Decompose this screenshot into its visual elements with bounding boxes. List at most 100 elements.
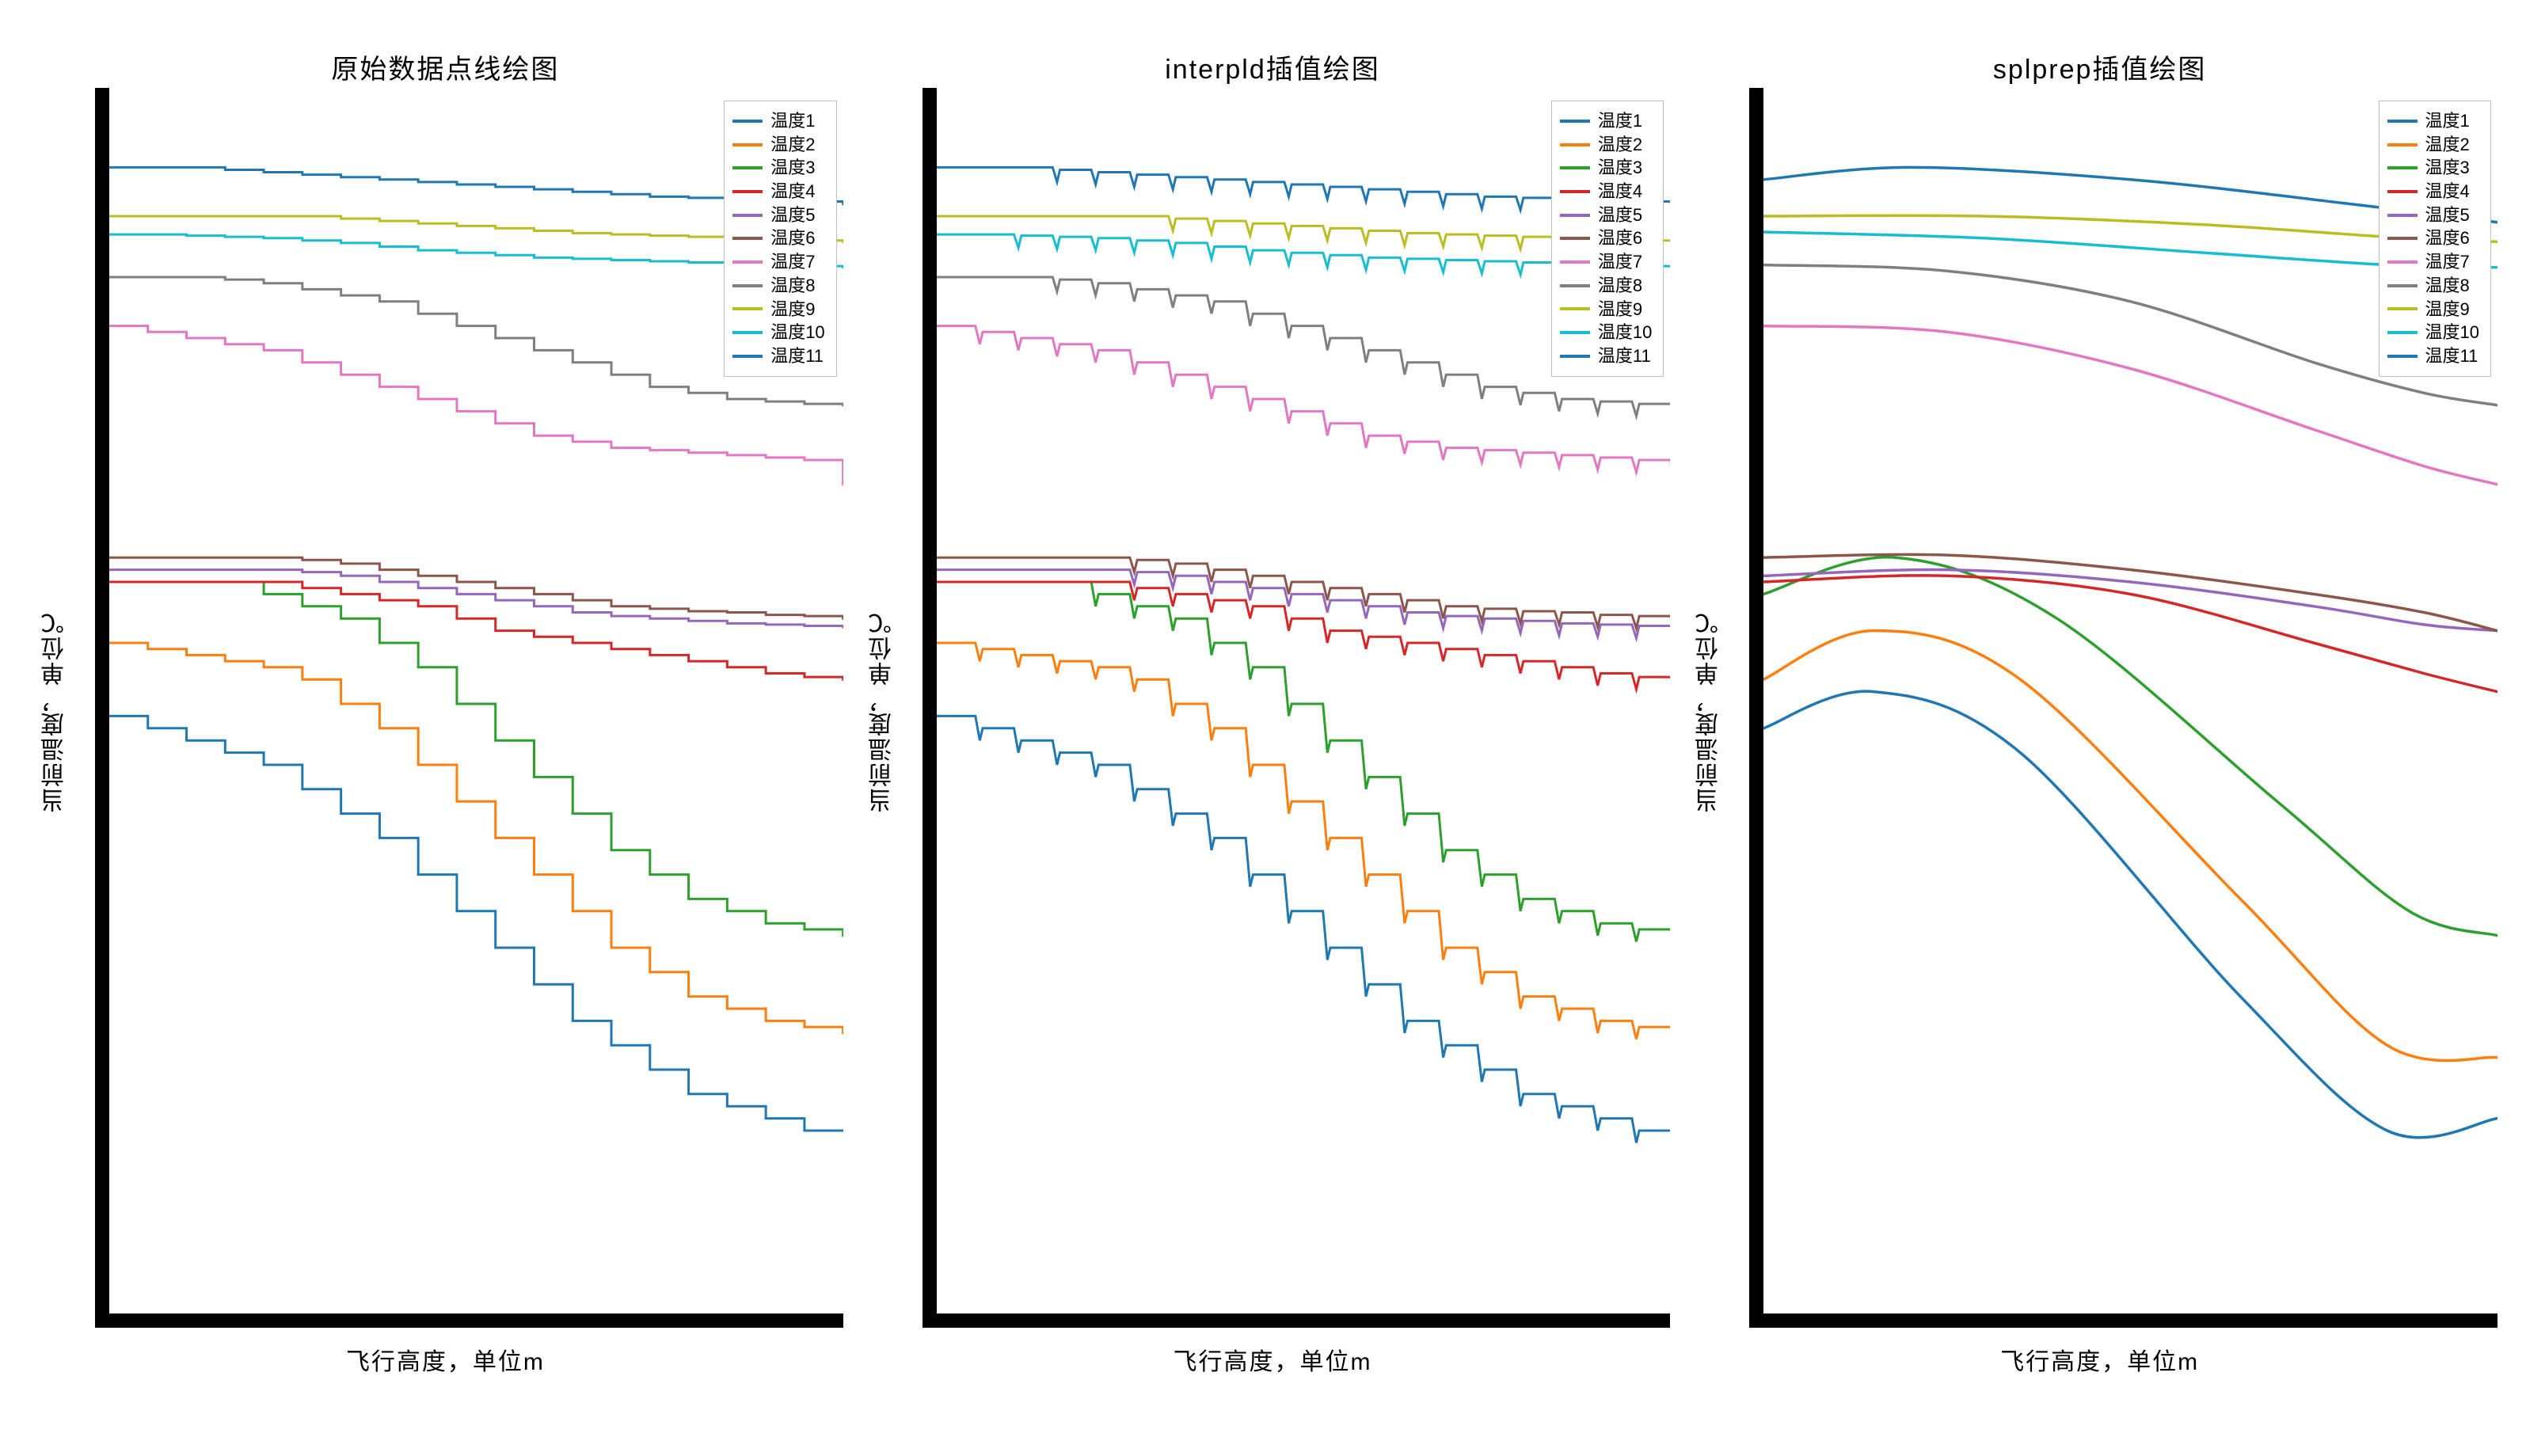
panel-raw: 原始数据点线绘图 当前温度，单位℃ 温度1温度2温度3温度4温度5温度6温度7温… [32,48,859,1377]
panel-interpld: interpld插值绘图 当前温度，单位℃ 温度1温度2温度3温度4温度5温度6… [859,48,1687,1377]
series-line [109,643,843,1033]
y-axis-label: 当前温度，单位℃ [865,610,900,812]
legend-swatch [2387,143,2418,146]
legend-label: 温度3 [770,156,815,180]
legend-entry: 温度1 [2387,109,2479,133]
axes-wrap: 当前温度，单位℃ 温度1温度2温度3温度4温度5温度6温度7温度8温度9温度10… [859,94,1687,1328]
legend-label: 温度7 [2425,250,2470,274]
figure: 原始数据点线绘图 当前温度，单位℃ 温度1温度2温度3温度4温度5温度6温度7温… [0,0,2545,1456]
legend-swatch [1560,214,1590,217]
series-line [1763,569,2497,630]
legend-label: 温度3 [2425,156,2470,180]
panel-title: 原始数据点线绘图 [331,48,559,86]
legend-swatch [1560,237,1590,240]
legend-entry: 温度5 [1560,203,1652,227]
legend-swatch [1560,120,1590,123]
legend-label: 温度2 [1598,133,1642,157]
legend-label: 温度1 [2425,109,2470,133]
legend-entry: 温度2 [1560,133,1652,157]
legend-entry: 温度2 [2387,133,2479,157]
legend-swatch [732,143,763,146]
legend-entry: 温度8 [732,274,824,298]
x-axis-label: 飞行高度，单位m [2000,1342,2199,1377]
panel-splprep: splprep插值绘图 当前温度，单位℃ 温度1温度2温度3温度4温度5温度6温… [1686,48,2513,1377]
legend-entry: 温度7 [1560,250,1652,274]
series-line [937,570,1671,640]
series-line [937,716,1671,1142]
legend-label: 温度10 [770,321,824,344]
legend-entry: 温度8 [2387,274,2479,298]
legend-entry: 温度4 [2387,180,2479,203]
legend-entry: 温度6 [1560,226,1652,250]
series-line [1763,691,2497,1138]
legend-swatch [732,190,763,193]
legend-entry: 温度9 [732,298,824,321]
legend-swatch [1560,284,1590,287]
legend-label: 温度1 [770,109,815,133]
legend-label: 温度4 [1598,180,1642,203]
legend-entry: 温度3 [1560,156,1652,180]
legend-label: 温度9 [2425,298,2470,321]
plot-area: 温度1温度2温度3温度4温度5温度6温度7温度8温度9温度10温度11 [1749,94,2497,1328]
legend-swatch [2387,166,2418,169]
legend-swatch [732,260,763,264]
y-axis-label: 当前温度，单位℃ [1692,610,1727,812]
legend-entry: 温度3 [732,156,824,180]
legend-label: 温度7 [1598,250,1642,274]
x-axis-label: 飞行高度，单位m [346,1342,545,1377]
legend-entry: 温度8 [1560,274,1652,298]
axes-wrap: 当前温度，单位℃ 温度1温度2温度3温度4温度5温度6温度7温度8温度9温度10… [1686,94,2513,1328]
legend-swatch [732,120,763,123]
legend-label: 温度8 [2425,274,2470,298]
legend-entry: 温度11 [732,344,824,368]
legend-label: 温度1 [1598,109,1642,133]
legend-label: 温度10 [2425,321,2479,344]
legend-label: 温度8 [1598,274,1642,298]
legend-swatch [732,237,763,240]
legend-entry: 温度1 [732,109,824,133]
legend: 温度1温度2温度3温度4温度5温度6温度7温度8温度9温度10温度11 [2379,101,2491,377]
legend-swatch [1560,143,1590,146]
legend-entry: 温度2 [732,133,824,157]
legend-label: 温度8 [770,274,815,298]
legend-label: 温度2 [2425,133,2470,157]
legend-swatch [1560,260,1590,264]
legend-swatch [1560,166,1590,169]
panel-title: interpld插值绘图 [1165,48,1380,86]
legend-entry: 温度10 [2387,321,2479,344]
series-line [109,716,843,1131]
legend-entry: 温度9 [1560,298,1652,321]
legend-entry: 温度3 [2387,156,2479,180]
legend-label: 温度11 [770,344,824,368]
legend-entry: 温度6 [732,226,824,250]
legend-swatch [1560,307,1590,310]
legend-label: 温度3 [1598,156,1642,180]
legend-swatch [2387,237,2418,240]
legend-label: 温度11 [2425,344,2478,368]
legend-label: 温度4 [2425,180,2470,203]
legend-entry: 温度7 [2387,250,2479,274]
legend-label: 温度5 [770,203,815,227]
legend-swatch [732,307,763,310]
legend-entry: 温度5 [2387,203,2479,227]
legend-label: 温度5 [2425,203,2470,227]
legend-swatch [2387,284,2418,287]
series-line [109,582,843,936]
legend-entry: 温度4 [732,180,824,203]
legend-label: 温度10 [1598,321,1652,344]
series-line [109,582,843,679]
legend-swatch [2387,190,2418,193]
legend-entry: 温度9 [2387,298,2479,321]
legend-swatch [2387,120,2418,123]
legend-entry: 温度5 [732,203,824,227]
legend-swatch [732,331,763,334]
panel-title: splprep插值绘图 [1993,48,2207,86]
legend-swatch [732,166,763,169]
series-line [109,557,843,618]
legend-entry: 温度10 [732,321,824,344]
legend-swatch [732,214,763,217]
axes-wrap: 当前温度，单位℃ 温度1温度2温度3温度4温度5温度6温度7温度8温度9温度10… [32,94,859,1328]
legend-swatch [732,355,763,358]
legend-label: 温度7 [770,250,815,274]
plot-area: 温度1温度2温度3温度4温度5温度6温度7温度8温度9温度10温度11 [95,94,843,1328]
